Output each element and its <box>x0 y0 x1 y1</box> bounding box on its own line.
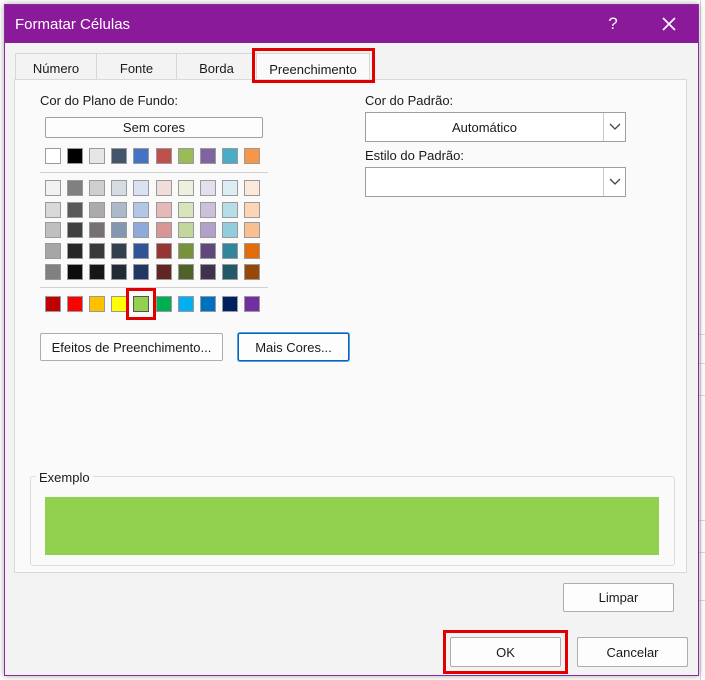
shade-row-2-swatch-10[interactable] <box>244 202 260 218</box>
shade-row-1-swatch-1[interactable] <box>45 180 61 196</box>
background-color-label: Cor do Plano de Fundo: <box>40 93 179 108</box>
cancel-button[interactable]: Cancelar <box>577 637 688 667</box>
pattern-style-dropdown[interactable] <box>365 167 626 197</box>
shade-row-5-swatch-6[interactable] <box>156 264 172 280</box>
palette-divider-bottom <box>40 287 268 288</box>
shade-row-2-swatch-6[interactable] <box>156 202 172 218</box>
pattern-style-label: Estilo do Padrão: <box>365 148 465 163</box>
theme-color-swatch-7[interactable] <box>178 148 194 164</box>
fill-effects-button[interactable]: Efeitos de Preenchimento... <box>40 333 223 361</box>
shade-row-2-swatch-3[interactable] <box>89 202 105 218</box>
shade-row-4-swatch-5[interactable] <box>133 243 149 259</box>
theme-color-swatch-1[interactable] <box>45 148 61 164</box>
shade-row-5-swatch-2[interactable] <box>67 264 83 280</box>
shade-row-4-swatch-2[interactable] <box>67 243 83 259</box>
shade-row-5-swatch-10[interactable] <box>244 264 260 280</box>
close-icon <box>662 17 676 31</box>
shade-row-3-swatch-2[interactable] <box>67 222 83 238</box>
shade-row-3-swatch-6[interactable] <box>156 222 172 238</box>
chevron-down-icon[interactable] <box>603 113 625 141</box>
palette-divider-top <box>40 172 268 173</box>
shade-row-3-swatch-5[interactable] <box>133 222 149 238</box>
shade-row-3-swatch-8[interactable] <box>200 222 216 238</box>
standard-color-swatch-8[interactable] <box>200 296 216 312</box>
help-button[interactable]: ? <box>593 9 633 39</box>
standard-color-swatch-9[interactable] <box>222 296 238 312</box>
shade-row-2-swatch-7[interactable] <box>178 202 194 218</box>
shade-row-1-swatch-7[interactable] <box>178 180 194 196</box>
standard-color-swatch-1[interactable] <box>45 296 61 312</box>
shade-row-4-swatch-8[interactable] <box>200 243 216 259</box>
shade-row-5-swatch-4[interactable] <box>111 264 127 280</box>
shade-row-4-swatch-7[interactable] <box>178 243 194 259</box>
standard-color-swatch-10[interactable] <box>244 296 260 312</box>
ok-button[interactable]: OK <box>450 637 561 667</box>
shade-row-1-swatch-8[interactable] <box>200 180 216 196</box>
shade-row-5-swatch-3[interactable] <box>89 264 105 280</box>
pattern-color-label: Cor do Padrão: <box>365 93 454 108</box>
clear-button[interactable]: Limpar <box>563 583 674 612</box>
shade-row-4-swatch-9[interactable] <box>222 243 238 259</box>
theme-color-swatch-5[interactable] <box>133 148 149 164</box>
shade-row-3-swatch-3[interactable] <box>89 222 105 238</box>
standard-color-swatch-4[interactable] <box>111 296 127 312</box>
theme-color-swatch-3[interactable] <box>89 148 105 164</box>
no-color-button[interactable]: Sem cores <box>45 117 263 138</box>
shade-row-2-swatch-1[interactable] <box>45 202 61 218</box>
chevron-down-icon[interactable] <box>603 168 625 196</box>
theme-color-swatch-8[interactable] <box>200 148 216 164</box>
theme-color-swatch-4[interactable] <box>111 148 127 164</box>
pattern-color-dropdown[interactable]: Automático <box>365 112 626 142</box>
shade-row-5-swatch-5[interactable] <box>133 264 149 280</box>
shade-row-2-swatch-9[interactable] <box>222 202 238 218</box>
shade-row-4-swatch-4[interactable] <box>111 243 127 259</box>
shade-row-1-swatch-2[interactable] <box>67 180 83 196</box>
shade-row-1-swatch-4[interactable] <box>111 180 127 196</box>
shade-row-2-swatch-4[interactable] <box>111 202 127 218</box>
theme-color-swatch-2[interactable] <box>67 148 83 164</box>
more-colors-button[interactable]: Mais Cores... <box>238 333 349 361</box>
shade-row-1-swatch-6[interactable] <box>156 180 172 196</box>
shade-row-5-swatch-7[interactable] <box>178 264 194 280</box>
shade-row-3-swatch-4[interactable] <box>111 222 127 238</box>
close-button[interactable] <box>649 9 689 39</box>
example-label: Exemplo <box>36 470 93 485</box>
shade-row-4-swatch-3[interactable] <box>89 243 105 259</box>
shade-row-3-swatch-9[interactable] <box>222 222 238 238</box>
shade-row-2-swatch-2[interactable] <box>67 202 83 218</box>
shade-row-5-swatch-8[interactable] <box>200 264 216 280</box>
example-preview <box>45 497 659 555</box>
dialog-title: Formatar Células <box>15 16 131 33</box>
standard-color-swatch-6[interactable] <box>156 296 172 312</box>
theme-color-swatch-9[interactable] <box>222 148 238 164</box>
shade-row-2-swatch-5[interactable] <box>133 202 149 218</box>
shade-row-3-swatch-1[interactable] <box>45 222 61 238</box>
shade-row-3-swatch-7[interactable] <box>178 222 194 238</box>
shade-row-4-swatch-10[interactable] <box>244 243 260 259</box>
theme-color-swatch-6[interactable] <box>156 148 172 164</box>
dialog-titlebar: Formatar Células ? <box>5 5 698 43</box>
pattern-color-value: Automático <box>451 120 518 135</box>
shade-row-1-swatch-10[interactable] <box>244 180 260 196</box>
standard-color-swatch-3[interactable] <box>89 296 105 312</box>
shade-row-1-swatch-3[interactable] <box>89 180 105 196</box>
shade-row-4-swatch-1[interactable] <box>45 243 61 259</box>
standard-color-swatch-2[interactable] <box>67 296 83 312</box>
shade-row-1-swatch-9[interactable] <box>222 180 238 196</box>
standard-color-swatch-5[interactable] <box>133 296 149 312</box>
shade-row-5-swatch-9[interactable] <box>222 264 238 280</box>
theme-color-swatch-10[interactable] <box>244 148 260 164</box>
standard-color-swatch-7[interactable] <box>178 296 194 312</box>
shade-row-4-swatch-6[interactable] <box>156 243 172 259</box>
shade-row-2-swatch-8[interactable] <box>200 202 216 218</box>
shade-row-5-swatch-1[interactable] <box>45 264 61 280</box>
shade-row-1-swatch-5[interactable] <box>133 180 149 196</box>
shade-row-3-swatch-10[interactable] <box>244 222 260 238</box>
